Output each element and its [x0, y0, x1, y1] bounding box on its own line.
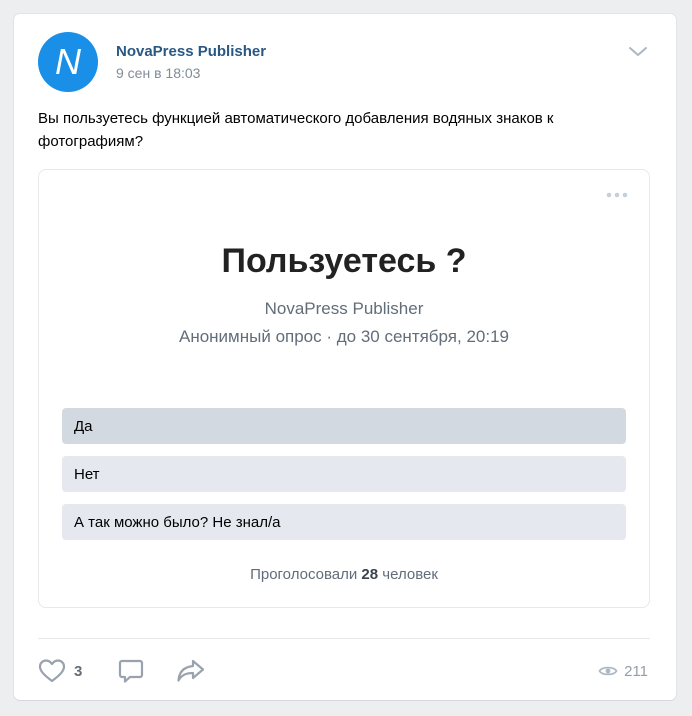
poll-option-yes[interactable]: Да: [62, 408, 626, 444]
votes-prefix: Проголосовали: [250, 566, 358, 583]
post-text: Вы пользуетесь функцией автоматического …: [38, 110, 554, 150]
eye-icon: [598, 666, 618, 676]
comment-icon: [118, 659, 144, 683]
poll-votes: Проголосовали 28 человек: [39, 566, 649, 583]
poll-option-no[interactable]: Нет: [62, 456, 626, 492]
poll: Пользуетесь ? NovaPress Publisher Аноним…: [38, 169, 650, 608]
author-name[interactable]: NovaPress Publisher: [116, 43, 266, 60]
poll-meta: Анонимный опрос · до 30 сентября, 20:19: [178, 327, 509, 346]
avatar-logo: N: [55, 41, 82, 82]
poll-option-didnt-know[interactable]: А так можно было? Не знал/а: [62, 504, 626, 540]
chevron-down-icon[interactable]: [626, 44, 650, 60]
like-count: 3: [74, 662, 83, 680]
divider: [38, 638, 650, 639]
more-horizontal-icon[interactable]: [605, 188, 629, 200]
share-button[interactable]: [176, 657, 206, 685]
like-button[interactable]: 3: [38, 657, 82, 685]
poll-option-label: Нет: [74, 465, 100, 483]
votes-count: 28: [361, 566, 379, 583]
poll-owner[interactable]: NovaPress Publisher: [39, 299, 649, 319]
heart-icon: [38, 659, 66, 683]
views-count: 211: [624, 662, 648, 680]
poll-option-label: Да: [74, 417, 93, 435]
post-date[interactable]: 9 сен в 18:03: [116, 65, 200, 81]
poll-title: Пользуетесь ?: [221, 242, 467, 280]
views-counter: 211: [598, 657, 648, 685]
comment-button[interactable]: [118, 657, 144, 685]
share-icon: [177, 659, 205, 682]
post-card: N NovaPress Publisher 9 сен в 18:03 Вы п…: [14, 14, 676, 700]
poll-option-label: А так можно было? Не знал/а: [74, 513, 281, 531]
votes-suffix: человек: [382, 566, 438, 583]
avatar-letter: N: [55, 41, 82, 82]
avatar[interactable]: N: [38, 32, 98, 92]
